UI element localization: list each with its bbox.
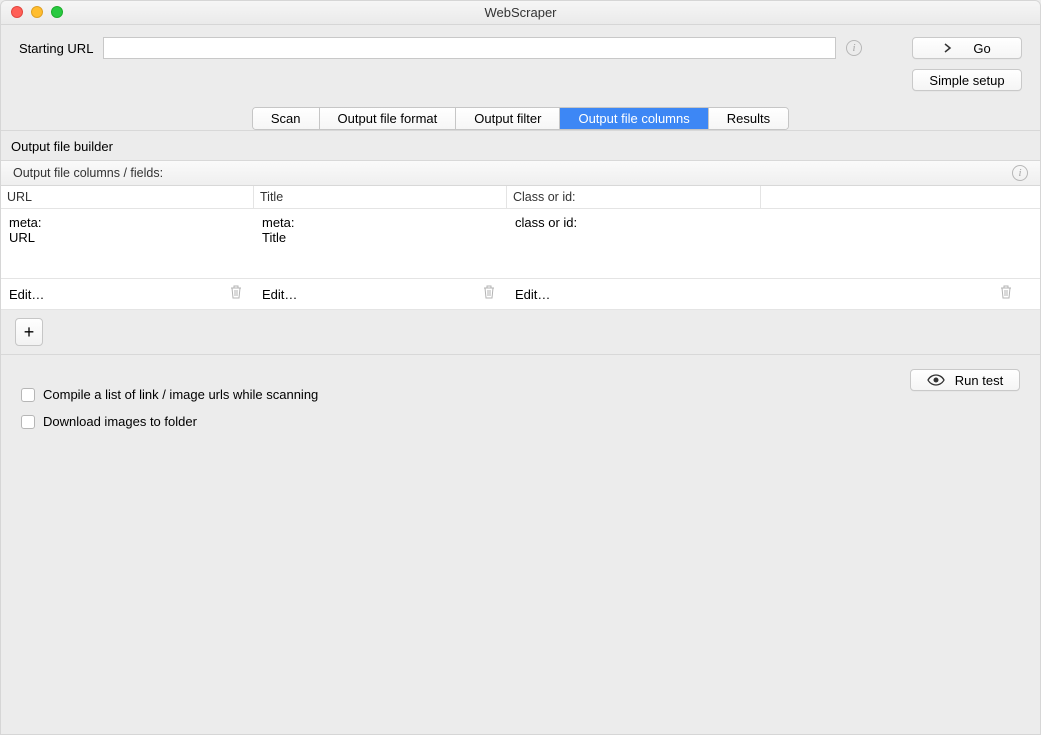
edit-link-url[interactable]: Edit… [9, 287, 44, 302]
tab-results[interactable]: Results [709, 108, 788, 129]
run-test-button[interactable]: Run test [910, 369, 1020, 391]
options: Compile a list of link / image urls whil… [21, 369, 910, 429]
builder-subheading: Output file columns / fields: [13, 166, 163, 180]
edit-row: Edit… Edit… Edit… [1, 279, 1040, 310]
url-row: Starting URL i Go [19, 37, 1022, 59]
go-label: Go [973, 41, 990, 56]
zoom-icon[interactable] [51, 6, 63, 18]
tab-output-file-format[interactable]: Output file format [320, 108, 457, 129]
window-title: WebScraper [484, 5, 556, 20]
builder-heading: Output file builder [1, 130, 1040, 160]
edit-cell-url: Edit… [9, 285, 262, 303]
titlebar: WebScraper [1, 1, 1040, 25]
cell-url[interactable]: meta: URL [1, 209, 254, 278]
cell-url-line2: URL [9, 230, 246, 245]
starting-url-input[interactable] [103, 37, 836, 59]
run-test-label: Run test [955, 373, 1003, 388]
add-row-area: + [1, 310, 1040, 354]
download-option-row: Download images to folder [21, 414, 910, 429]
go-button[interactable]: Go [912, 37, 1022, 59]
cell-class[interactable]: class or id: [507, 209, 1040, 278]
toolbar: Starting URL i Go Simple setup [1, 25, 1040, 101]
cell-title-line1: meta: [262, 215, 499, 230]
trash-icon[interactable] [483, 285, 495, 303]
cell-title-line2: Title [262, 230, 499, 245]
starting-url-label: Starting URL [19, 41, 93, 56]
segmented-control: Scan Output file format Output filter Ou… [252, 107, 789, 130]
builder-subheading-row: Output file columns / fields: i [1, 160, 1040, 186]
lower-panel: Compile a list of link / image urls whil… [1, 354, 1040, 443]
edit-link-title[interactable]: Edit… [262, 287, 297, 302]
edit-cell-class: Edit… [515, 285, 1032, 303]
tab-scan[interactable]: Scan [253, 108, 320, 129]
simple-setup-button[interactable]: Simple setup [912, 69, 1022, 91]
info-icon[interactable]: i [846, 40, 862, 56]
download-label: Download images to folder [43, 414, 197, 429]
eye-icon [927, 374, 945, 386]
simple-row: Simple setup [19, 69, 1022, 91]
close-icon[interactable] [11, 6, 23, 18]
window-controls [11, 6, 63, 18]
compile-label: Compile a list of link / image urls whil… [43, 387, 318, 402]
columns-header: URL Title Class or id: [1, 186, 1040, 209]
tab-output-filter[interactable]: Output filter [456, 108, 560, 129]
trash-icon[interactable] [1000, 285, 1012, 303]
columns-body: meta: URL meta: Title class or id: [1, 209, 1040, 279]
download-checkbox[interactable] [21, 415, 35, 429]
chevron-right-icon [943, 40, 953, 56]
cell-title[interactable]: meta: Title [254, 209, 507, 278]
trash-icon[interactable] [230, 285, 242, 303]
info-icon[interactable]: i [1012, 165, 1028, 181]
col-header-url[interactable]: URL [1, 186, 254, 208]
minimize-icon[interactable] [31, 6, 43, 18]
tab-output-file-columns[interactable]: Output file columns [560, 108, 708, 129]
compile-checkbox[interactable] [21, 388, 35, 402]
col-header-class[interactable]: Class or id: [507, 186, 760, 208]
col-header-blank [760, 186, 1040, 208]
app-window: WebScraper Starting URL i Go Simple setu… [0, 0, 1041, 735]
edit-link-class[interactable]: Edit… [515, 287, 550, 302]
col-header-title[interactable]: Title [254, 186, 507, 208]
compile-option-row: Compile a list of link / image urls whil… [21, 387, 910, 402]
cell-class-line1: class or id: [515, 215, 1032, 230]
tabs-row: Scan Output file format Output filter Ou… [1, 101, 1040, 130]
edit-cell-title: Edit… [262, 285, 515, 303]
cell-url-line1: meta: [9, 215, 246, 230]
add-column-button[interactable]: + [15, 318, 43, 346]
